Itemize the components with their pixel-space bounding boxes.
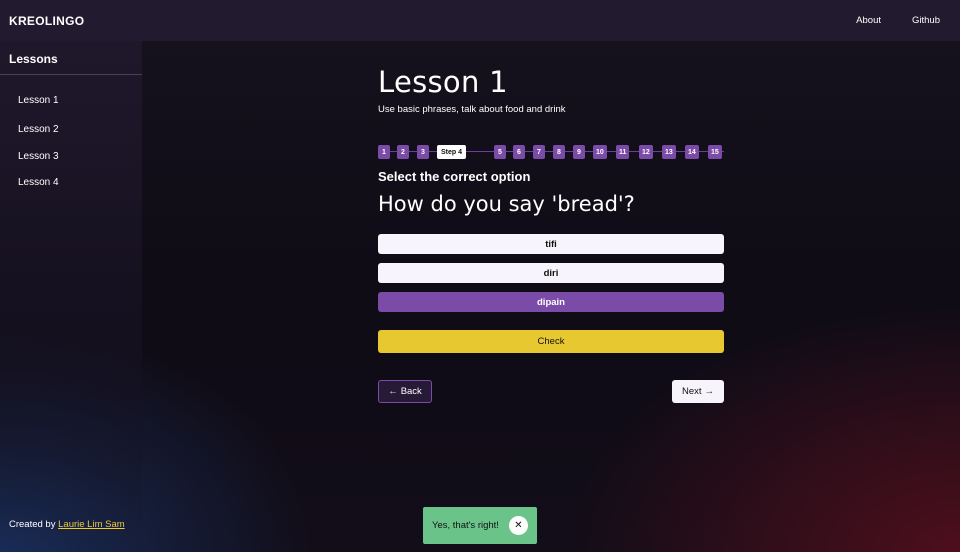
step-2[interactable]: 2 — [397, 145, 409, 159]
toast-message: Yes, that's right! — [432, 520, 499, 531]
step-current[interactable]: Step 4 — [437, 145, 467, 159]
sidebar: Lessons Lesson 1 Lesson 2 Lesson 3 Lesso… — [0, 41, 142, 552]
question-text: How do you say 'bread'? — [378, 192, 635, 216]
step-7[interactable]: 7 — [533, 145, 545, 159]
top-navbar: KREOLINGO About Github — [0, 0, 960, 41]
step-6[interactable]: 6 — [513, 145, 525, 159]
sidebar-item-lesson-1[interactable]: Lesson 1 — [0, 95, 59, 106]
top-nav: About Github — [856, 15, 940, 26]
step-1[interactable]: 1 — [378, 145, 390, 159]
nav-github-link[interactable]: Github — [912, 15, 940, 26]
check-button[interactable]: Check — [378, 330, 724, 353]
step-3[interactable]: 3 — [417, 145, 429, 159]
step-5[interactable]: 5 — [494, 145, 506, 159]
answer-option-dipain[interactable]: dipain — [378, 292, 724, 312]
arrow-left-icon: ← — [388, 386, 398, 397]
sidebar-title: Lessons — [0, 41, 142, 75]
step-14[interactable]: 14 — [685, 145, 699, 159]
back-label: Back — [400, 386, 422, 397]
step-13[interactable]: 13 — [662, 145, 676, 159]
next-button[interactable]: Next → — [672, 380, 724, 403]
step-8[interactable]: 8 — [553, 145, 565, 159]
answer-option-tifi[interactable]: tifi — [378, 234, 724, 254]
sidebar-item-lesson-3[interactable]: Lesson 3 — [0, 151, 59, 162]
author-link[interactable]: Laurie Lim Sam — [58, 519, 125, 530]
step-10[interactable]: 10 — [593, 145, 607, 159]
answer-option-diri[interactable]: diri — [378, 263, 724, 283]
lesson-subtitle: Use basic phrases, talk about food and d… — [378, 104, 566, 115]
brand-logo[interactable]: KREOLINGO — [9, 14, 84, 28]
close-icon[interactable]: ✕ — [509, 516, 528, 535]
sidebar-item-lesson-4[interactable]: Lesson 4 — [0, 177, 59, 188]
page-title: Lesson 1 — [378, 65, 508, 99]
back-button[interactable]: ← Back — [378, 380, 432, 403]
step-11[interactable]: 11 — [616, 145, 630, 159]
footer-credit: Created by Laurie Lim Sam — [9, 519, 125, 530]
credit-prefix: Created by — [9, 519, 59, 530]
success-toast: Yes, that's right! ✕ — [423, 507, 537, 544]
step-15[interactable]: 15 — [708, 145, 722, 159]
nav-about-link[interactable]: About — [856, 15, 881, 26]
sidebar-item-lesson-2[interactable]: Lesson 2 — [0, 124, 59, 135]
next-label: Next — [681, 386, 702, 397]
step-progress: 1 2 3 Step 4 5 6 7 8 9 10 11 12 13 14 15 — [378, 145, 724, 159]
question-instruction: Select the correct option — [378, 169, 531, 184]
step-9[interactable]: 9 — [573, 145, 585, 159]
arrow-right-icon: → — [704, 386, 715, 397]
step-12[interactable]: 12 — [639, 145, 653, 159]
